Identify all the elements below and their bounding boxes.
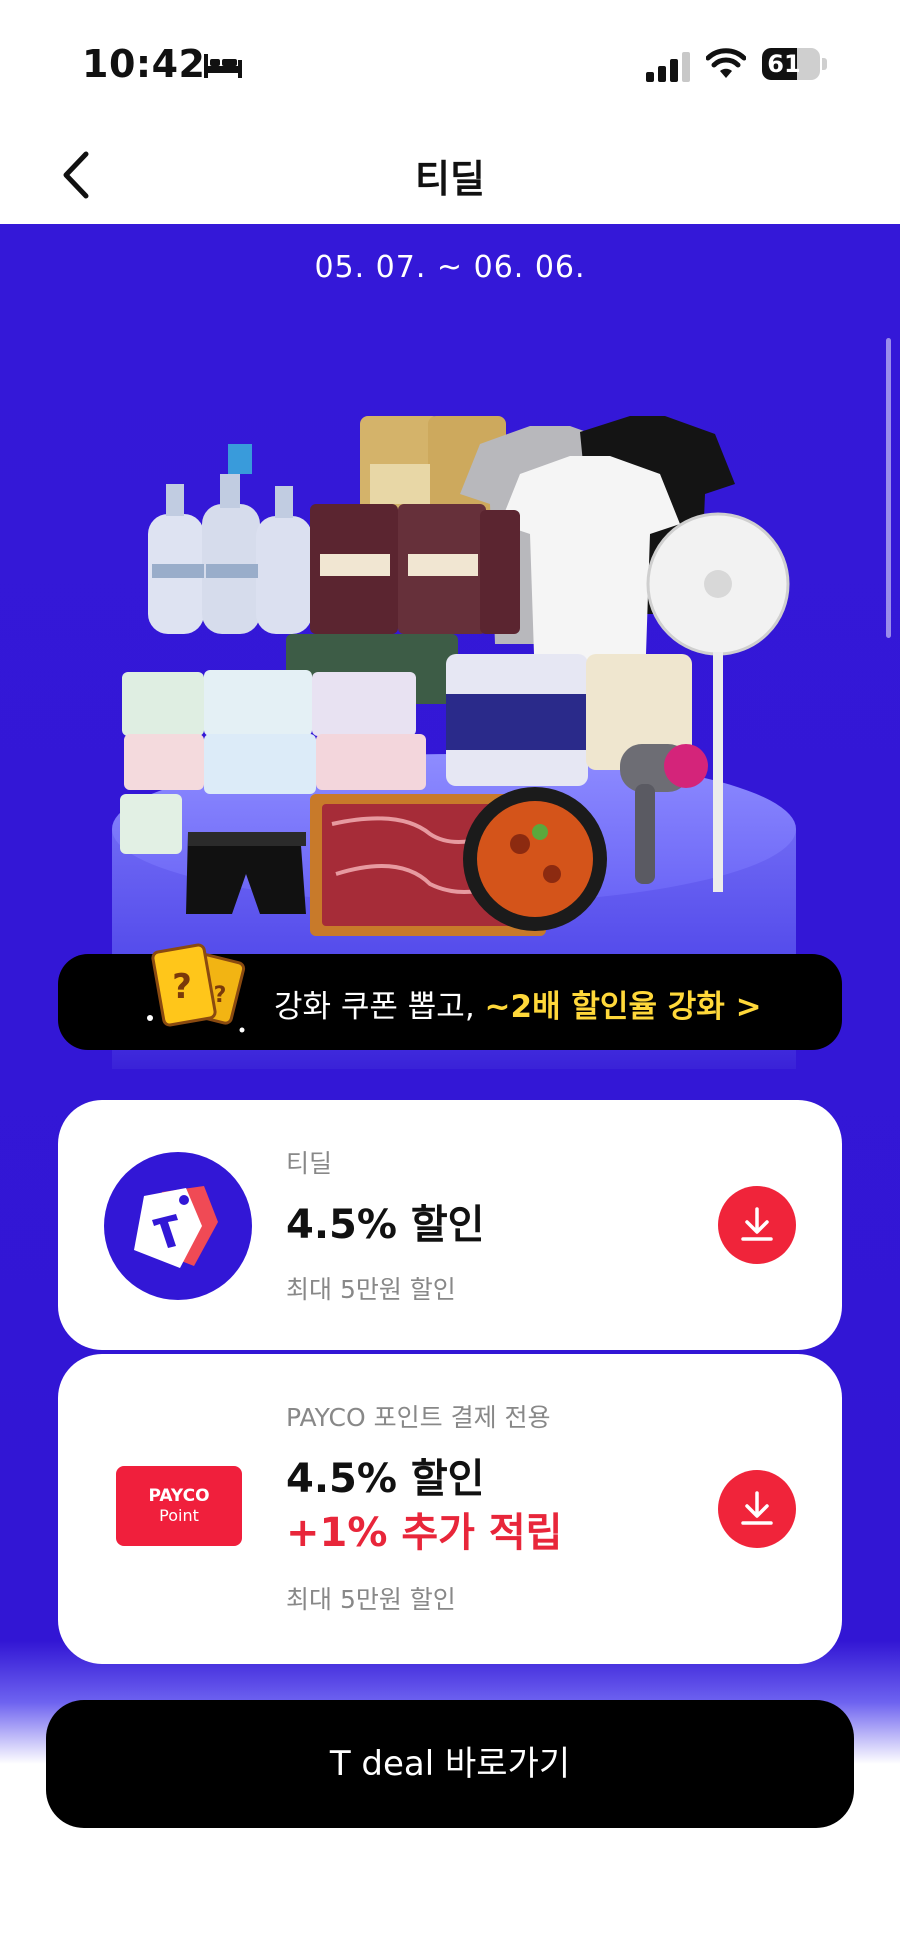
promo-section: 05. 07. ~ 06. 06. ? ? 강화 쿠폰 뽑고, ~2배 할인율 … xyxy=(0,224,900,1764)
download-icon xyxy=(741,1491,773,1525)
page-title: 티딜 xyxy=(415,157,485,201)
coupon-discount: 4.5% 할인 xyxy=(286,1456,485,1502)
download-coupon-button[interactable] xyxy=(718,1186,796,1264)
coupon-card-tdeal: 티딜 4.5% 할인 최대 5만원 할인 xyxy=(58,1100,842,1350)
payco-point-logo: PAYCO Point xyxy=(116,1466,242,1546)
download-coupon-button[interactable] xyxy=(718,1470,796,1548)
nav-bar: 티딜 xyxy=(0,130,900,224)
coupon-card-payco: PAYCO Point PAYCO 포인트 결제 전용 4.5% 할인 +1% … xyxy=(58,1354,842,1664)
status-bar: 10:42 61 xyxy=(0,0,900,130)
tdeal-tag-logo xyxy=(104,1152,252,1300)
download-icon xyxy=(741,1207,773,1241)
battery-icon: 61 xyxy=(762,48,820,80)
payco-logo-text: PAYCO xyxy=(148,1486,210,1506)
coupon-upgrade-banner[interactable]: ? ? 강화 쿠폰 뽑고, ~2배 할인율 강화 > xyxy=(58,943,842,1050)
mystery-card-icon: ? ? xyxy=(147,943,246,1033)
banner-label: 강화 쿠폰 뽑고, xyxy=(274,989,485,1025)
coupon-note: 최대 5만원 할인 xyxy=(286,1275,456,1304)
coupon-label: PAYCO 포인트 결제 전용 xyxy=(286,1403,551,1432)
bed-icon xyxy=(204,54,242,78)
coupon-extra-reward: +1% 추가 적립 xyxy=(286,1510,563,1556)
wifi-icon xyxy=(706,48,746,78)
coupon-note: 최대 5만원 할인 xyxy=(286,1585,456,1614)
status-time: 10:42 xyxy=(82,42,206,86)
banner-highlight: ~2배 할인율 강화 > xyxy=(484,989,762,1025)
banner-text: 강화 쿠폰 뽑고, ~2배 할인율 강화 > xyxy=(274,981,762,1026)
payco-logo-subtext: Point xyxy=(159,1506,199,1525)
go-to-tdeal-button[interactable]: T deal 바로가기 xyxy=(46,1700,854,1828)
cellular-signal-icon xyxy=(646,52,690,82)
hero-illustration xyxy=(100,354,820,1184)
svg-text:?: ? xyxy=(214,983,227,1008)
coupon-discount: 4.5% 할인 xyxy=(286,1202,485,1248)
svg-text:?: ? xyxy=(172,967,192,1007)
water-bottles xyxy=(148,444,312,634)
coupon-label: 티딜 xyxy=(286,1149,333,1178)
battery-percent: 61 xyxy=(767,50,801,78)
battery-cap xyxy=(822,58,827,70)
promo-period: 05. 07. ~ 06. 06. xyxy=(314,250,586,285)
scrollbar[interactable] xyxy=(886,338,891,638)
